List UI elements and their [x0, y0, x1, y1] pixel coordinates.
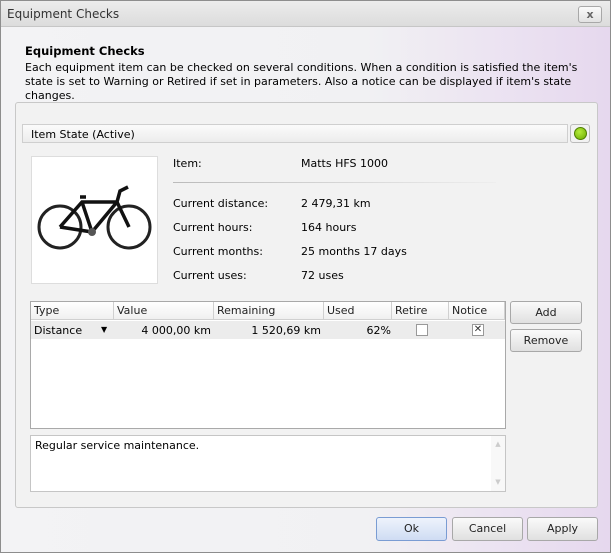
separator [173, 182, 496, 183]
months-label: Current months: [173, 245, 263, 258]
bike-image [31, 156, 158, 284]
retire-checkbox[interactable] [416, 324, 428, 336]
close-button[interactable]: x [578, 6, 602, 23]
add-button[interactable]: Add [510, 301, 582, 324]
notes-text: Regular service maintenance. [35, 439, 200, 452]
notes-textarea[interactable]: Regular service maintenance. ▲ ▼ [30, 435, 506, 492]
item-label: Item: [173, 157, 202, 170]
remove-button[interactable]: Remove [510, 329, 582, 352]
column-header-value[interactable]: Value [114, 302, 214, 320]
ok-button[interactable]: Ok [376, 517, 447, 541]
uses-value: 72 uses [301, 269, 344, 282]
column-header-used[interactable]: Used [324, 302, 392, 320]
header-title: Equipment Checks [25, 44, 145, 58]
window-title: Equipment Checks [7, 7, 120, 21]
months-value: 25 months 17 days [301, 245, 407, 258]
used-cell: 62% [366, 324, 391, 337]
item-value: Matts HFS 1000 [301, 157, 388, 170]
green-status-icon [574, 127, 587, 140]
title-bar: Equipment Checks x [1, 1, 610, 27]
apply-button[interactable]: Apply [527, 517, 598, 541]
notice-checkbox[interactable]: ✕ [472, 324, 484, 336]
dialog-window: Equipment Checks x Equipment Checks Each… [0, 0, 611, 553]
value-cell[interactable]: 4 000,00 km [141, 324, 211, 337]
type-cell[interactable]: Distance [34, 324, 82, 337]
remaining-cell: 1 520,69 km [251, 324, 321, 337]
distance-label: Current distance: [173, 197, 269, 210]
column-header-remaining[interactable]: Remaining [214, 302, 324, 320]
hours-value: 164 hours [301, 221, 357, 234]
hours-label: Current hours: [173, 221, 253, 234]
table-row[interactable]: Distance ▼ 4 000,00 km 1 520,69 km 62% ✕ [31, 321, 505, 339]
column-header-type[interactable]: Type [31, 302, 114, 320]
cancel-button[interactable]: Cancel [452, 517, 523, 541]
dropdown-arrow-icon[interactable]: ▼ [101, 325, 107, 334]
state-indicator [570, 124, 590, 143]
checks-grid: Type Value Remaining Used Retire Notice … [30, 301, 506, 429]
column-header-notice[interactable]: Notice [449, 302, 505, 320]
header-description: Each equipment item can be checked on se… [25, 61, 578, 102]
distance-value: 2 479,31 km [301, 197, 371, 210]
uses-label: Current uses: [173, 269, 247, 282]
column-header-retire[interactable]: Retire [392, 302, 449, 320]
item-state-bar: Item State (Active) [22, 124, 568, 143]
scrollbar[interactable]: ▲ ▼ [491, 436, 505, 491]
